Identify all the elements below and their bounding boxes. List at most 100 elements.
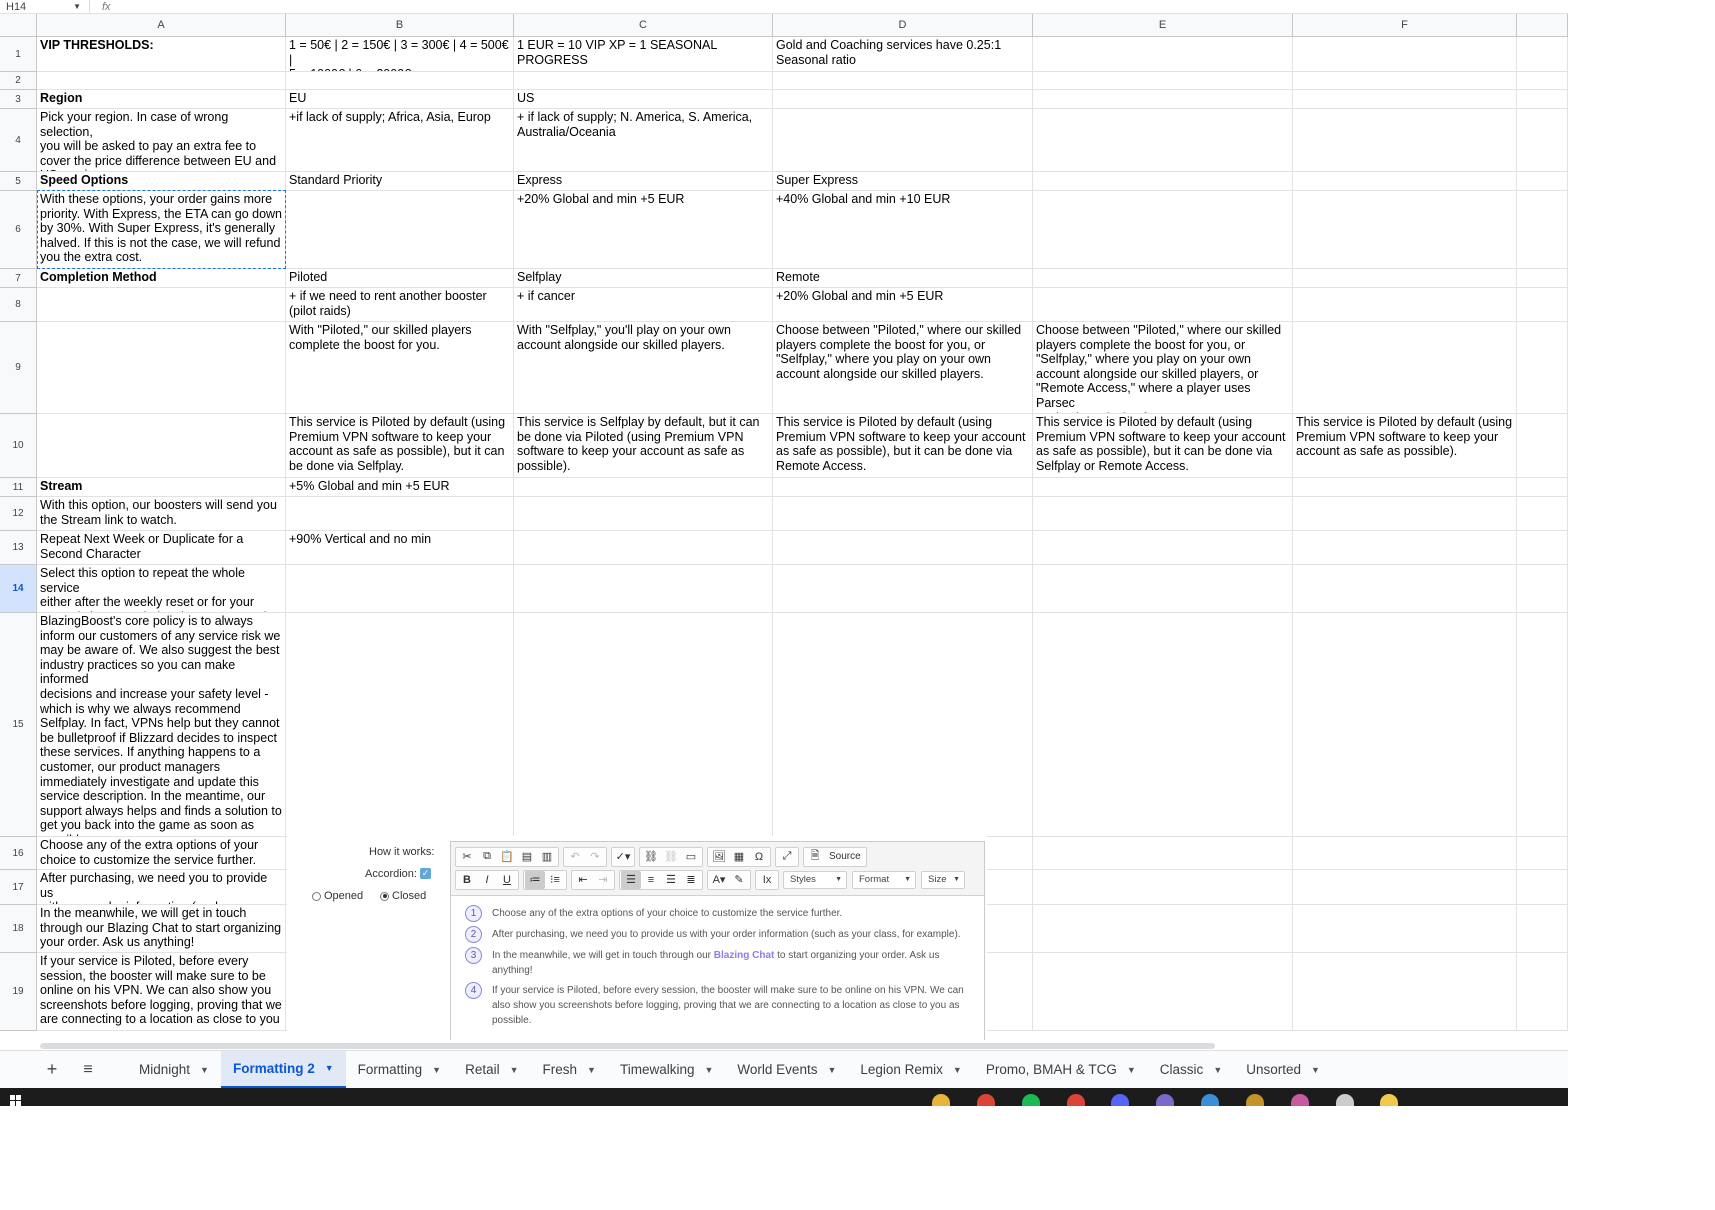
cell-g14[interactable]	[1517, 565, 1568, 613]
cell-c2[interactable]	[514, 72, 773, 90]
cell-b2[interactable]	[286, 72, 514, 90]
cell-d3[interactable]	[773, 90, 1033, 109]
cell-g2[interactable]	[1517, 72, 1568, 90]
cell-c6[interactable]: +20% Global and min +5 EUR	[514, 191, 773, 269]
cell-e12[interactable]	[1033, 497, 1293, 531]
horizontal-scrollbar[interactable]	[0, 1040, 1568, 1050]
cell-g10[interactable]	[1517, 414, 1568, 478]
cell-a19[interactable]: If your service is Piloted, before every…	[37, 953, 286, 1031]
cell-f18[interactable]	[1293, 905, 1517, 953]
row-header[interactable]: 4	[0, 109, 37, 172]
cell-f15[interactable]	[1293, 613, 1517, 837]
paste-text-icon[interactable]: ▤	[517, 848, 537, 866]
chevron-down-icon[interactable]: ▼	[705, 1065, 714, 1075]
row-header[interactable]: 13	[0, 531, 37, 565]
cell-e5[interactable]	[1033, 172, 1293, 191]
sheet-tab[interactable]: Formatting 2 ▼	[220, 1050, 346, 1089]
cell-e11[interactable]	[1033, 478, 1293, 497]
row-header[interactable]: 2	[0, 72, 37, 90]
chevron-down-icon[interactable]: ▼	[587, 1065, 596, 1075]
chevron-down-icon[interactable]: ▼	[827, 1065, 836, 1075]
row-header[interactable]: 10	[0, 414, 37, 478]
cell-g15[interactable]	[1517, 613, 1568, 837]
cell-a13[interactable]: Repeat Next Week or Duplicate for a Seco…	[37, 531, 286, 565]
cell-f11[interactable]	[1293, 478, 1517, 497]
column-header-c[interactable]: C	[514, 14, 773, 37]
row-header[interactable]: 12	[0, 497, 37, 531]
cell-f10[interactable]: This service is Piloted by default (usin…	[1293, 414, 1517, 478]
cell-d8[interactable]: +20% Global and min +5 EUR	[773, 288, 1033, 322]
cell-c12[interactable]	[514, 497, 773, 531]
sheet-tab[interactable]: Legion Remix ▼	[848, 1051, 973, 1089]
cell-d12[interactable]	[773, 497, 1033, 531]
row-header[interactable]: 5	[0, 172, 37, 191]
cell-c9[interactable]: With "Selfplay," you'll play on your own…	[514, 322, 773, 414]
spellcheck-icon[interactable]: ✓▾	[613, 848, 633, 866]
cell-e2[interactable]	[1033, 72, 1293, 90]
cell-f3[interactable]	[1293, 90, 1517, 109]
cell-e8[interactable]	[1033, 288, 1293, 322]
link-icon[interactable]: ⛓	[641, 848, 661, 866]
cell-c7[interactable]: Selfplay	[514, 269, 773, 288]
sheet-tab[interactable]: Midnight ▼	[127, 1051, 221, 1089]
cell-b14[interactable]	[286, 565, 514, 613]
row-header[interactable]: 1	[0, 37, 37, 72]
all-sheets-menu-icon[interactable]: ≡	[73, 1061, 103, 1079]
cell-b5[interactable]: Standard Priority	[286, 172, 514, 191]
column-header-f[interactable]: F	[1293, 14, 1517, 37]
cell-e16[interactable]	[1033, 837, 1293, 870]
align-right-icon[interactable]: ☰	[661, 871, 681, 889]
redo-icon[interactable]: ↷	[585, 848, 605, 866]
cell-f5[interactable]	[1293, 172, 1517, 191]
cell-f14[interactable]	[1293, 565, 1517, 613]
styles-dropdown[interactable]: Styles ▼	[783, 870, 847, 889]
cell-e15[interactable]	[1033, 613, 1293, 837]
cell-f2[interactable]	[1293, 72, 1517, 90]
cell-c1[interactable]: 1 EUR = 10 VIP XP = 1 SEASONAL PROGRESS	[514, 37, 773, 72]
cell-d4[interactable]	[773, 109, 1033, 172]
cell-b6[interactable]	[286, 191, 514, 269]
cell-a6[interactable]: With these options, your order gains mor…	[37, 191, 286, 269]
chevron-down-icon[interactable]: ▼	[953, 1065, 962, 1075]
copy-icon[interactable]: ⧉	[477, 848, 497, 866]
blazing-chat-link[interactable]: Blazing Chat	[714, 950, 775, 961]
cell-f16[interactable]	[1293, 837, 1517, 870]
cell-e9[interactable]: Choose between "Piloted," where our skil…	[1033, 322, 1293, 414]
row-header[interactable]: 17	[0, 870, 37, 905]
chrome-icon[interactable]	[977, 1094, 995, 1106]
cell-c13[interactable]	[514, 531, 773, 565]
cell-b9[interactable]: With "Piloted," our skilled players comp…	[286, 322, 514, 414]
cell-e3[interactable]	[1033, 90, 1293, 109]
image-icon[interactable]: 🖼	[709, 848, 729, 866]
cell-f19[interactable]	[1293, 953, 1517, 1031]
row-header[interactable]: 6	[0, 191, 37, 269]
cell-a7[interactable]: Completion Method	[37, 269, 286, 288]
column-header-b[interactable]: B	[286, 14, 514, 37]
cell-f8[interactable]	[1293, 288, 1517, 322]
cell-d2[interactable]	[773, 72, 1033, 90]
radio-closed[interactable]: Closed	[380, 890, 426, 902]
spotify-icon[interactable]	[1022, 1094, 1040, 1106]
cell-c14[interactable]	[514, 565, 773, 613]
cell-f1[interactable]	[1293, 37, 1517, 72]
cell-e19[interactable]	[1033, 953, 1293, 1031]
cell-a4[interactable]: Pick your region. In case of wrong selec…	[37, 109, 286, 172]
cell-g13[interactable]	[1517, 531, 1568, 565]
row-header[interactable]: 18	[0, 905, 37, 953]
cell-a5[interactable]: Speed Options	[37, 172, 286, 191]
cell-g11[interactable]	[1517, 478, 1568, 497]
cell-b8[interactable]: + if we need to rent another booster (pi…	[286, 288, 514, 322]
cell-a9[interactable]	[37, 322, 286, 414]
align-justify-icon[interactable]: ≣	[681, 871, 701, 889]
paste-word-icon[interactable]: ▥	[537, 848, 557, 866]
paste-icon[interactable]: 📋	[497, 848, 517, 866]
bulleted-list-icon[interactable]: ⁝≡	[545, 871, 565, 889]
cell-a8[interactable]	[37, 288, 286, 322]
cell-c10[interactable]: This service is Selfplay by default, but…	[514, 414, 773, 478]
cell-g8[interactable]	[1517, 288, 1568, 322]
app-icon[interactable]	[1156, 1094, 1174, 1106]
remove-format-icon[interactable]: Ix	[757, 871, 777, 889]
cell-d7[interactable]: Remote	[773, 269, 1033, 288]
cell-c3[interactable]: US	[514, 90, 773, 109]
cell-b4[interactable]: +if lack of supply; Africa, Asia, Europ	[286, 109, 514, 172]
